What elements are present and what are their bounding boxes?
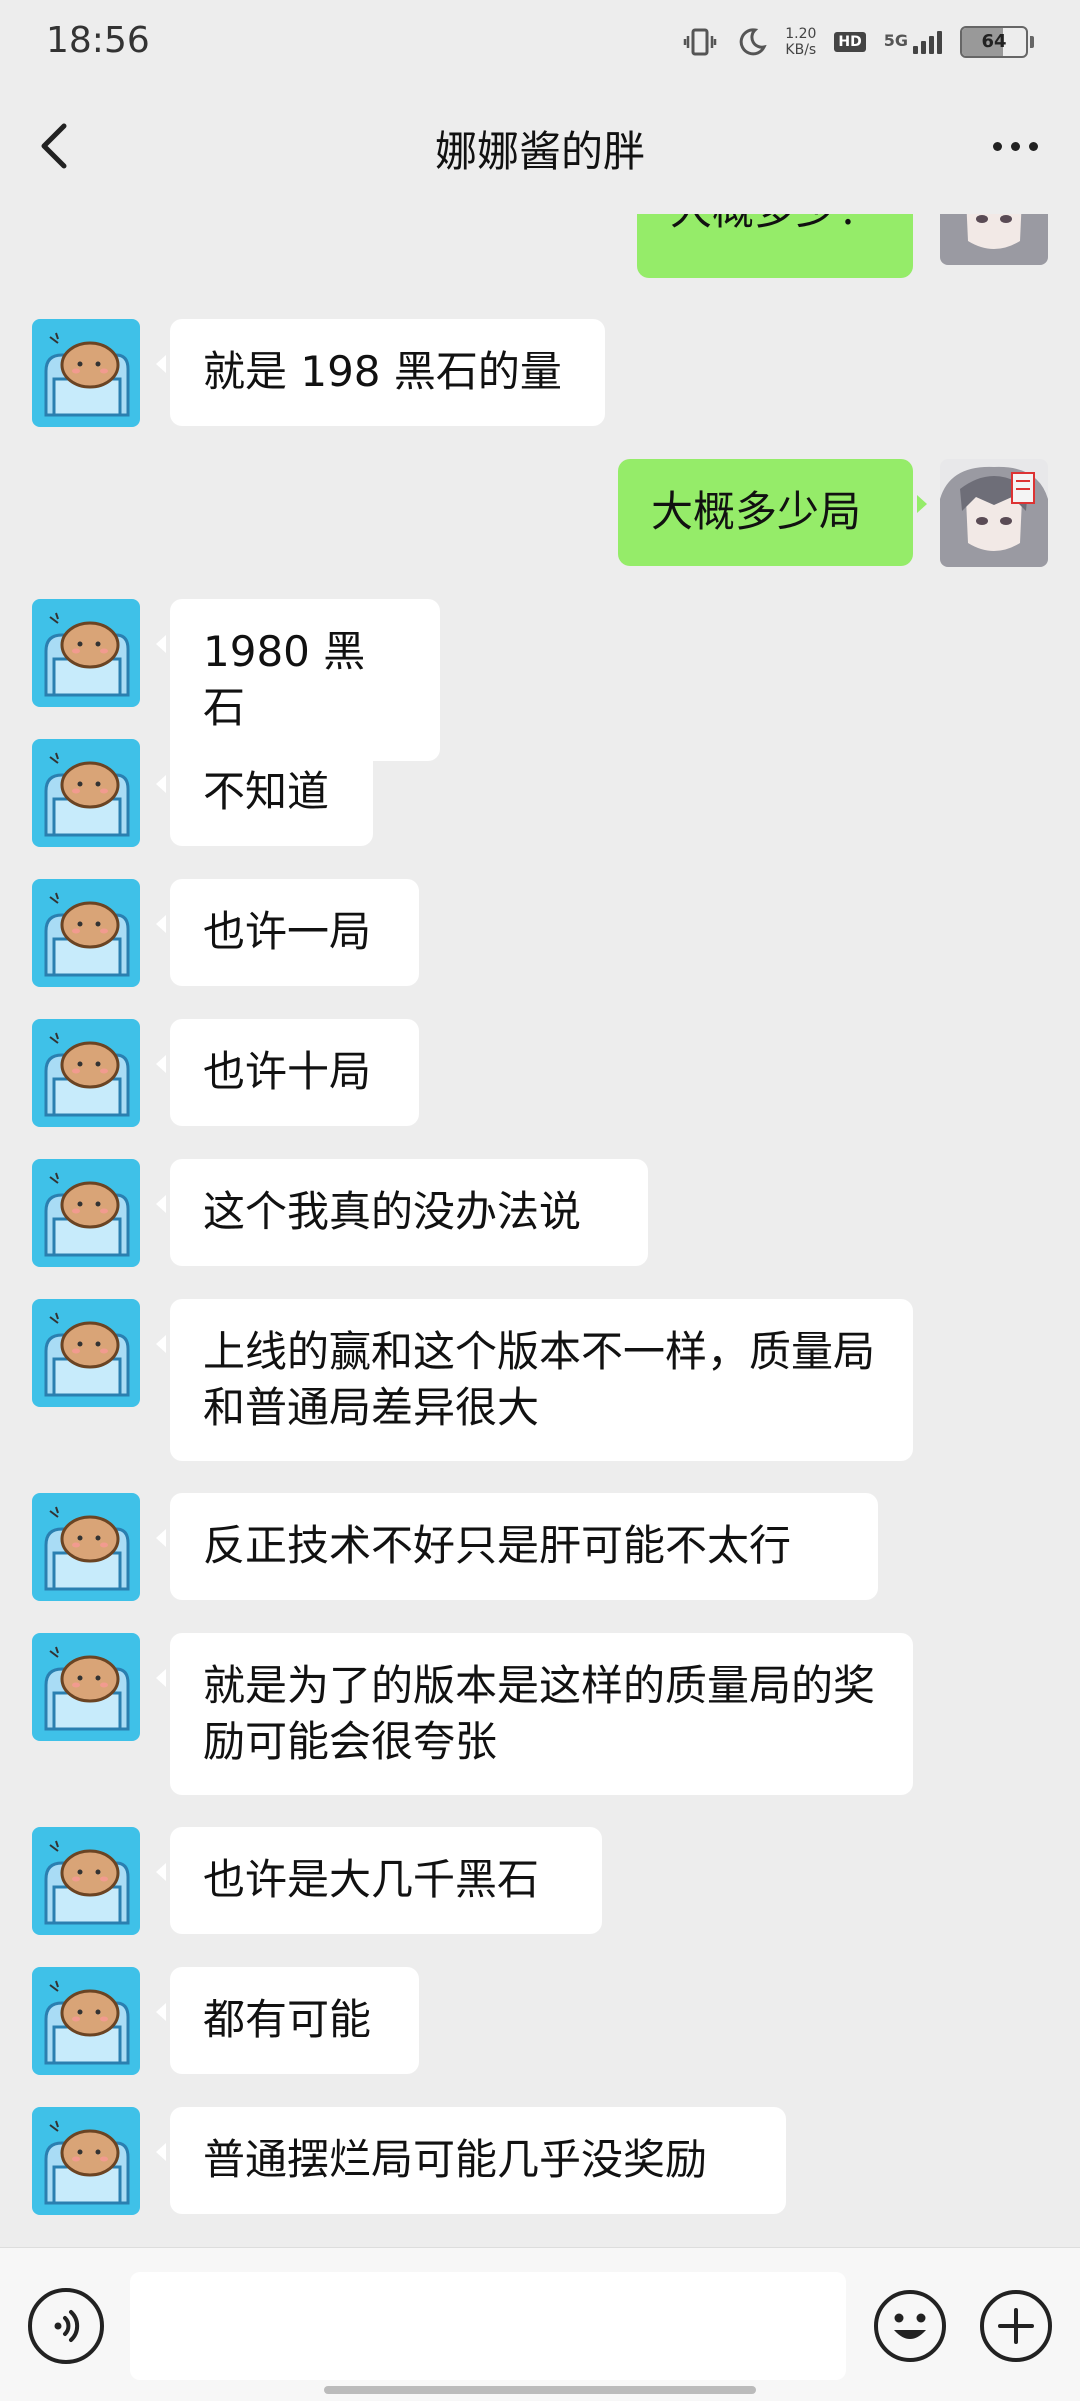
contact-avatar[interactable]	[32, 1299, 140, 1407]
message-row-incoming: 不知道	[0, 739, 1080, 847]
battery-icon: 64	[960, 26, 1034, 58]
contact-avatar[interactable]	[32, 599, 140, 707]
message-row-incoming: 普通摆烂局可能几乎没奖励	[0, 2107, 1080, 2215]
incoming-message-bubble[interactable]: 这个我真的没办法说	[156, 1159, 648, 1266]
incoming-message-bubble[interactable]: 上线的赢和这个版本不一样，质量局和普通局差异很大	[156, 1299, 913, 1461]
outgoing-message-bubble[interactable]: 大概多少？	[637, 214, 913, 278]
message-row-incoming: 也许十局	[0, 1019, 1080, 1127]
user-avatar[interactable]	[940, 214, 1048, 265]
voice-icon	[54, 2310, 80, 2342]
incoming-message-bubble[interactable]: 也许是大几千黑石	[156, 1827, 602, 1934]
contact-avatar[interactable]	[32, 1019, 140, 1127]
incoming-message-bubble[interactable]: 1980 黑石	[156, 599, 440, 761]
more-button[interactable]	[980, 114, 1050, 178]
incoming-message-bubble[interactable]: 都有可能	[156, 1967, 419, 2074]
chat-title: 娜娜酱的胖	[434, 127, 645, 176]
message-row-incoming: 这个我真的没办法说	[0, 1159, 1080, 1267]
hd-badge: HD	[834, 32, 866, 52]
incoming-message-bubble[interactable]: 普通摆烂局可能几乎没奖励	[156, 2107, 786, 2214]
message-row-incoming: 就是为了的版本是这样的质量局的奖励可能会很夸张	[0, 1633, 1080, 1795]
more-dots-icon	[992, 141, 1038, 151]
speed-value: 1.20	[785, 26, 817, 42]
contact-avatar[interactable]	[32, 1633, 140, 1741]
vibrate-icon	[683, 25, 717, 59]
input-bar	[0, 2247, 1080, 2401]
signal-icon: 5G	[883, 30, 942, 54]
moon-icon	[735, 26, 767, 58]
contact-avatar[interactable]	[32, 2107, 140, 2215]
message-row-outgoing: 大概多少？	[0, 214, 1080, 278]
message-row-incoming: 也许一局	[0, 879, 1080, 987]
voice-button[interactable]	[28, 2288, 104, 2364]
emoji-icon	[874, 2290, 946, 2362]
emoji-button[interactable]	[872, 2288, 948, 2364]
contact-avatar[interactable]	[32, 1159, 140, 1267]
contact-avatar[interactable]	[32, 1967, 140, 2075]
message-row-incoming: 都有可能	[0, 1967, 1080, 2075]
incoming-message-bubble[interactable]: 反正技术不好只是肝可能不太行	[156, 1493, 878, 1600]
contact-avatar[interactable]	[32, 1827, 140, 1935]
plus-button[interactable]	[978, 2288, 1054, 2364]
user-avatar[interactable]	[940, 459, 1048, 567]
contact-avatar[interactable]	[32, 319, 140, 427]
home-indicator[interactable]	[324, 2386, 756, 2394]
contact-avatar[interactable]	[32, 1493, 140, 1601]
chat-header: 娜娜酱的胖	[0, 80, 1080, 214]
battery-level: 64	[981, 31, 1007, 52]
message-row-incoming: 1980 黑石	[0, 599, 1080, 761]
incoming-message-bubble[interactable]: 就是 198 黑石的量	[156, 319, 605, 426]
network-speed: 1.20 KB/s	[785, 26, 816, 58]
status-time: 18:56	[46, 20, 150, 61]
incoming-message-bubble[interactable]: 也许一局	[156, 879, 419, 986]
plus-icon	[980, 2290, 1052, 2362]
speed-unit: KB/s	[785, 42, 817, 58]
outgoing-message-bubble[interactable]: 大概多少局	[618, 459, 927, 566]
message-input[interactable]	[130, 2272, 846, 2380]
message-row-incoming: 上线的赢和这个版本不一样，质量局和普通局差异很大	[0, 1299, 1080, 1461]
contact-avatar[interactable]	[32, 879, 140, 987]
message-list[interactable]: 大概多少？ 就是 198 黑石的量大概多少局 1980 黑石不知道也许一局也许十局这…	[0, 214, 1080, 2247]
contact-avatar[interactable]	[32, 739, 140, 847]
status-icons: 1.20 KB/s HD 5G 64	[683, 20, 1034, 64]
status-bar: 18:56 1.20 KB/s HD 5G 64	[0, 0, 1080, 80]
message-row-incoming: 反正技术不好只是肝可能不太行	[0, 1493, 1080, 1601]
incoming-message-bubble[interactable]: 就是为了的版本是这样的质量局的奖励可能会很夸张	[156, 1633, 913, 1795]
incoming-message-bubble[interactable]: 也许十局	[156, 1019, 419, 1126]
message-row-incoming: 也许是大几千黑石	[0, 1827, 1080, 1935]
message-row-outgoing: 大概多少局	[0, 459, 1080, 567]
incoming-message-bubble[interactable]: 不知道	[156, 739, 373, 846]
message-row-incoming: 就是 198 黑石的量	[0, 319, 1080, 427]
network-type: 5G	[883, 30, 908, 50]
